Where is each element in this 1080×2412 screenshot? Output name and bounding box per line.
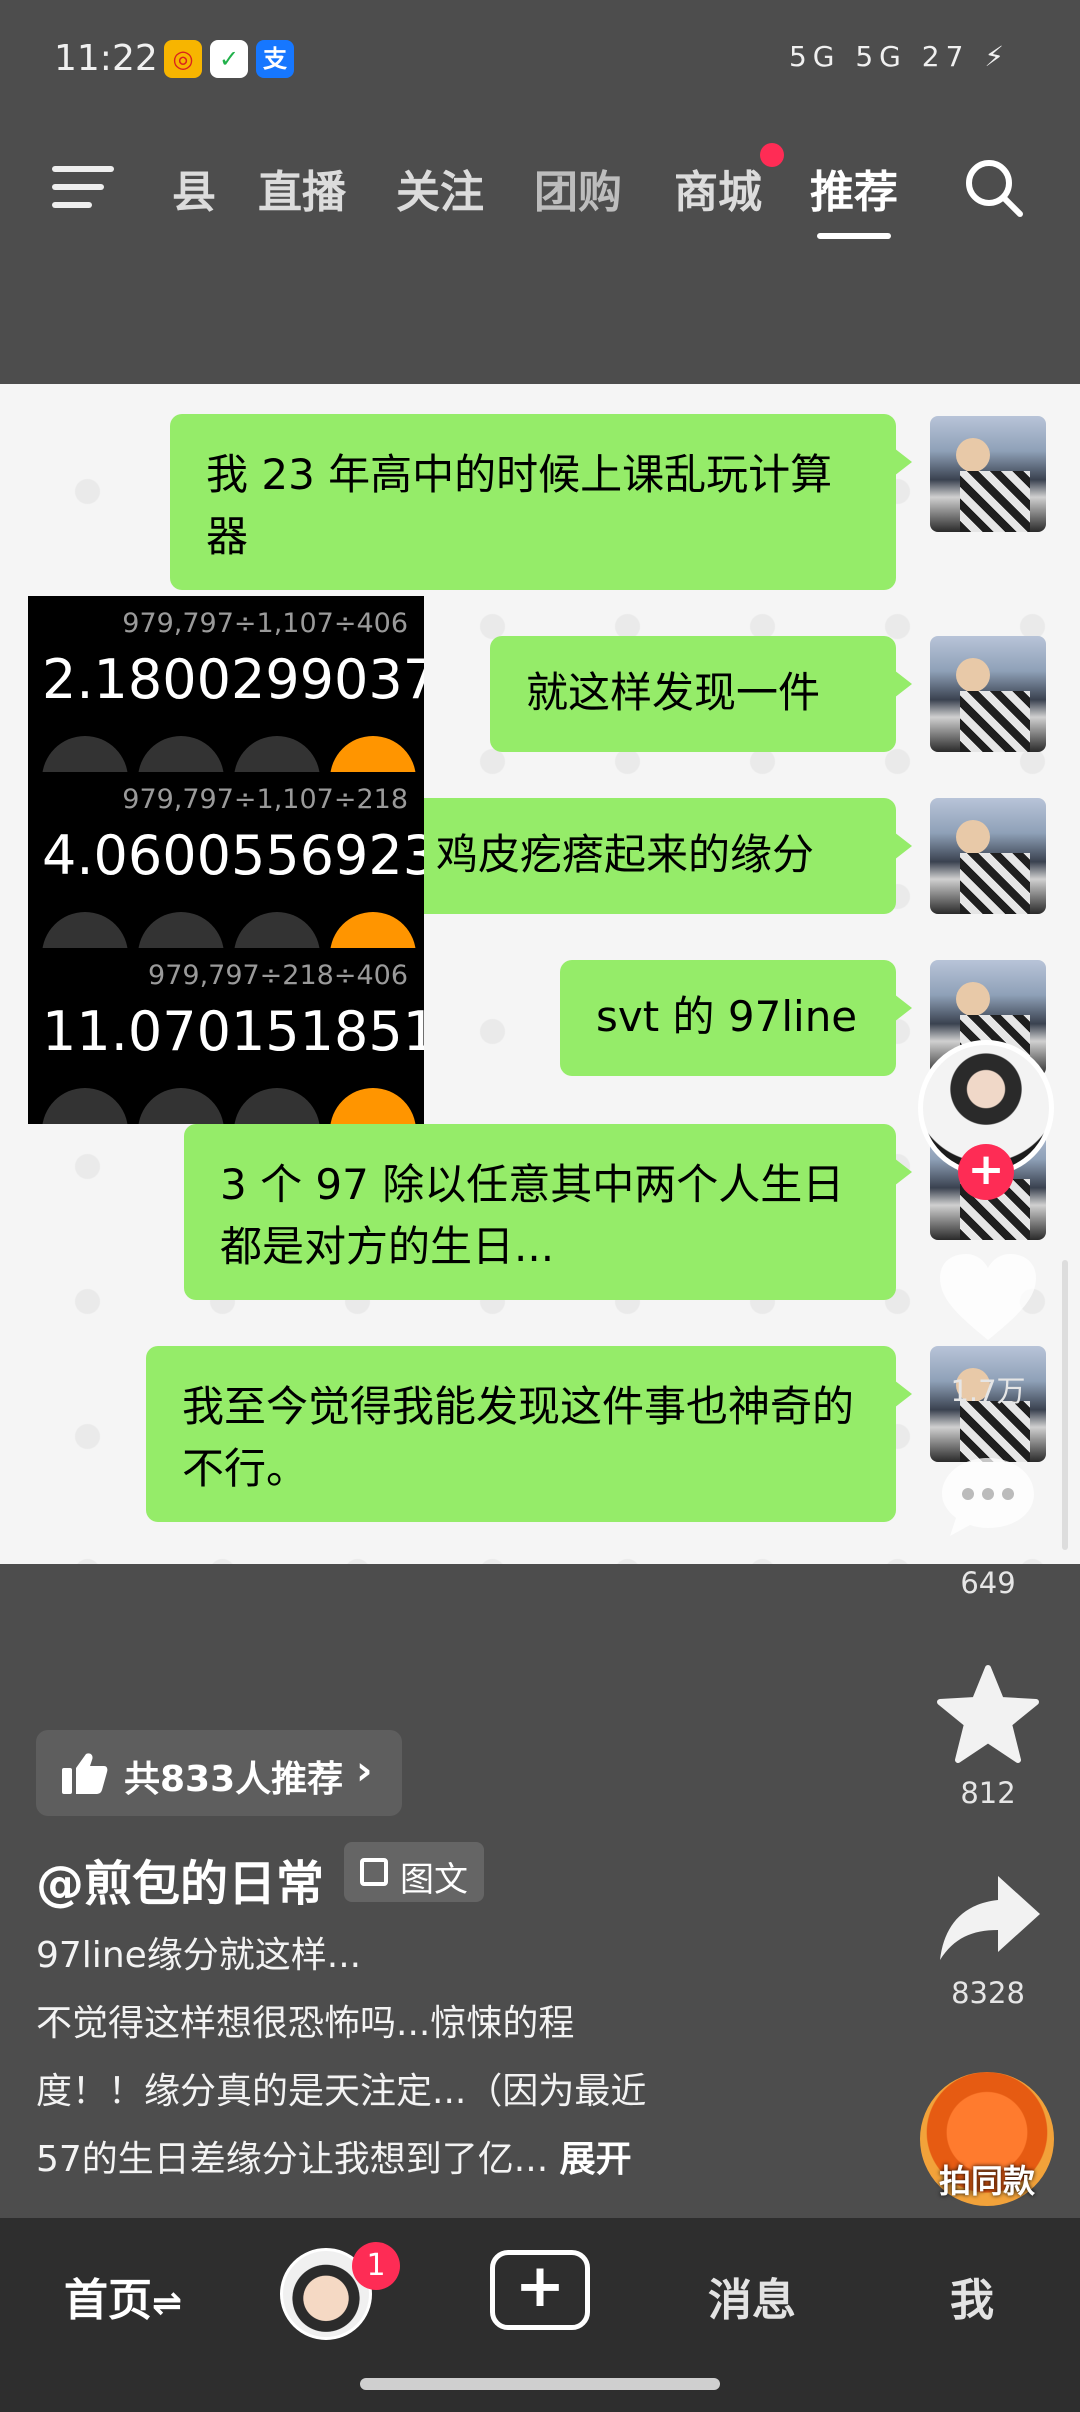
description-line: 度！！缘分真的是天注定...（因为最近 xyxy=(36,2071,647,2112)
share-count: 8328 xyxy=(951,1976,1025,2010)
status-time: 11:22 xyxy=(54,38,158,79)
chat-avatar xyxy=(930,416,1046,532)
calculator-button xyxy=(234,736,320,772)
description-line: 57的生日差缘分让我想到了亿... xyxy=(36,2139,549,2180)
chat-avatar xyxy=(930,798,1046,914)
calculator-result: 2.1800299037 xyxy=(42,648,424,711)
charging-icon: ⚡ xyxy=(984,40,1010,73)
calculator-button xyxy=(42,912,128,948)
calculator-button xyxy=(330,736,416,772)
image-text-icon xyxy=(360,1858,388,1886)
comment-icon[interactable] xyxy=(936,1452,1040,1542)
calculator-screenshot: 979,797÷1,107÷406 2.1800299037 xyxy=(28,596,424,772)
chat-bubble: 我 23 年高中的时候上课乱玩计算器 xyxy=(170,414,912,590)
tab-mall[interactable]: 商城 xyxy=(674,156,762,220)
create-button[interactable]: + xyxy=(490,2250,590,2330)
description-last-line: 57的生日差缘分让我想到了亿... 展开 xyxy=(36,2130,632,2182)
status-bar: 11:22 ◎ ✓ 支 5G 5G 27 ⚡ xyxy=(0,0,1080,120)
calculator-screenshot: 979,797÷1,107÷218 4.0600556923 xyxy=(28,772,424,948)
tab-me[interactable]: 我 xyxy=(950,2264,994,2328)
calculator-button xyxy=(234,912,320,948)
status-indicators: 5G 5G 27 ⚡ xyxy=(789,40,1010,73)
calculator-button xyxy=(138,912,224,948)
comment-count: 649 xyxy=(960,1566,1016,1600)
tab-live[interactable]: 直播 xyxy=(258,156,346,220)
chat-bubble: 3 个 97 除以任意其中两个人生日都是对方的生日... xyxy=(184,1124,912,1300)
share-icon[interactable] xyxy=(936,1870,1044,1966)
tab-messages[interactable]: 消息 xyxy=(708,2264,796,2328)
recommend-count: 共833人推荐 xyxy=(124,1759,344,1800)
calculator-result: 11.070151851 xyxy=(42,1000,424,1063)
calculator-button xyxy=(234,1088,320,1124)
calculator-button xyxy=(330,912,416,948)
signal-icon: 5G 5G xyxy=(788,40,907,73)
menu-icon[interactable] xyxy=(52,166,114,212)
tab-county[interactable]: 县 xyxy=(172,156,216,220)
calculator-expression: 979,797÷1,107÷218 xyxy=(122,784,408,815)
like-icon[interactable] xyxy=(936,1250,1040,1346)
chevron-right-icon: › xyxy=(356,1748,373,1794)
post-type-label: 图文 xyxy=(400,1860,468,1900)
active-tab-indicator xyxy=(817,233,891,239)
swap-icon: ⇌ xyxy=(152,2283,183,2324)
thumbs-up-icon xyxy=(62,1753,108,1794)
favorite-icon[interactable] xyxy=(936,1664,1040,1764)
calculator-button xyxy=(138,1088,224,1124)
calculator-screenshot: 979,797÷218÷406 11.070151851 xyxy=(28,948,424,1124)
chat-bubble: 就这样发现一件 xyxy=(490,636,912,752)
description-line: 不觉得这样想很恐怖吗...惊悚的程 xyxy=(36,2003,575,2044)
follow-button[interactable]: + xyxy=(958,1144,1014,1200)
chat-bubble: svt 的 97line xyxy=(560,960,912,1076)
notification-badge: 1 xyxy=(352,2242,400,2290)
calculator-expression: 979,797÷218÷406 xyxy=(148,960,408,991)
calculator-result: 4.0600556923 xyxy=(42,824,424,887)
like-count: 1.7万 xyxy=(950,1374,1026,1408)
alipay-icon: 支 xyxy=(256,40,294,78)
home-indicator[interactable] xyxy=(360,2378,720,2390)
post-type-tag: 图文 xyxy=(344,1842,484,1902)
calculator-button xyxy=(42,736,128,772)
shield-icon: ✓ xyxy=(210,40,248,78)
expand-link[interactable]: 展开 xyxy=(560,2139,632,2180)
tab-home[interactable]: 首页⇌ xyxy=(64,2264,182,2328)
search-icon[interactable] xyxy=(962,156,1026,220)
tab-groupbuy[interactable]: 团购 xyxy=(534,156,622,220)
calculator-button xyxy=(42,1088,128,1124)
mall-notification-dot xyxy=(760,143,784,167)
author-name[interactable]: @煎包的日常 xyxy=(36,1844,324,1914)
calculator-button xyxy=(138,736,224,772)
recommend-pill[interactable]: 共833人推荐 › xyxy=(36,1730,402,1816)
chat-avatar xyxy=(930,636,1046,752)
tab-recommend[interactable]: 推荐 xyxy=(810,156,898,220)
tab-following[interactable]: 关注 xyxy=(396,156,484,220)
same-style-label[interactable]: 拍同款 xyxy=(922,2156,1052,2202)
post-image[interactable]: 我 23 年高中的时候上课乱玩计算器 就这样发现一件 鸡皮疙瘩起来的缘分 svt… xyxy=(0,384,1080,1564)
weibo-icon: ◎ xyxy=(164,40,202,78)
chat-bubble: 我至今觉得我能发现这件事也神奇的不行。 xyxy=(146,1346,912,1522)
calculator-expression: 979,797÷1,107÷406 xyxy=(122,608,408,639)
chat-bubble: 鸡皮疙瘩起来的缘分 xyxy=(400,798,912,914)
favorite-count: 812 xyxy=(960,1776,1016,1810)
image-scrollbar xyxy=(1062,1260,1068,1550)
calculator-button xyxy=(330,1088,416,1124)
battery-icon: 27 xyxy=(921,40,970,73)
description-line: 97line缘分就这样... xyxy=(36,1935,362,1976)
tab-home-label: 首页 xyxy=(64,2275,152,2326)
